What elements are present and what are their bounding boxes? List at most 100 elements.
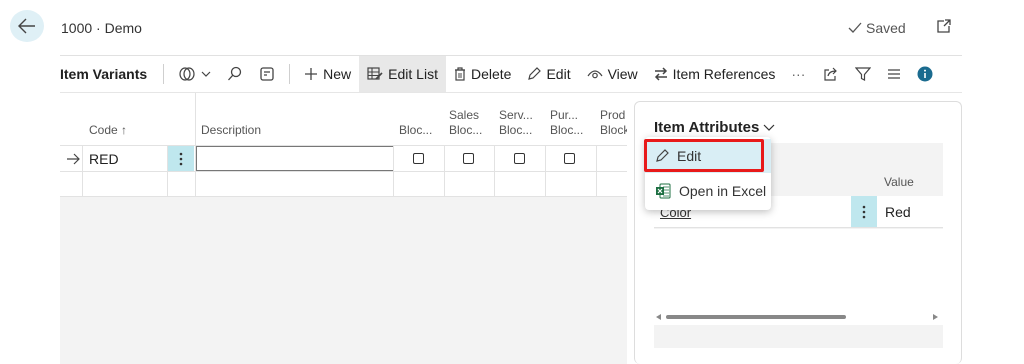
edit-list-icon (367, 67, 383, 80)
copilot-icon (179, 67, 195, 81)
new-button[interactable]: New (296, 56, 359, 92)
back-button[interactable] (10, 10, 44, 42)
delete-label: Delete (470, 66, 512, 82)
service-blocked-checkbox[interactable] (514, 153, 525, 164)
excel-icon (656, 183, 671, 199)
column-divider (195, 93, 196, 145)
cell-code[interactable]: RED (89, 151, 119, 167)
column-header-sales-blocked[interactable]: Sales Bloc... (449, 108, 483, 138)
blocked-checkbox[interactable] (413, 153, 424, 164)
column-header-purchase-blocked[interactable]: Pur... Bloc... (550, 108, 584, 138)
column-header-blocked[interactable]: Bloc... (399, 123, 432, 138)
column-header-production-blocked-line1: Prod (600, 108, 626, 122)
action-separator (163, 64, 165, 84)
info-icon (917, 66, 933, 82)
edit-label: Edit (546, 66, 571, 82)
cell-value[interactable]: Red (885, 204, 911, 220)
saved-label: Saved (866, 20, 906, 36)
edit-button[interactable]: Edit (519, 56, 578, 92)
arrow-left-icon (18, 18, 35, 34)
page-title: 1000 · Demo (61, 20, 142, 36)
highlight-box (644, 139, 764, 172)
item-references-label: Item References (672, 66, 776, 82)
search-icon (228, 66, 242, 81)
column-divider (596, 145, 597, 197)
chevron-down-icon (763, 124, 775, 131)
scrollbar-thumb[interactable] (666, 315, 846, 319)
sales-blocked-checkbox[interactable] (463, 153, 474, 164)
chevron-down-icon (201, 71, 211, 77)
column-header-code[interactable]: Code ↑ (89, 123, 127, 138)
search-button[interactable] (219, 56, 251, 92)
action-bar: Item Variants New Edit List Delete Edit (60, 56, 962, 92)
column-divider (494, 145, 495, 197)
purchase-blocked-checkbox[interactable] (564, 153, 575, 164)
action-separator (289, 64, 291, 84)
column-divider (167, 145, 168, 197)
column-header-service-blocked[interactable]: Serv... Bloc... (499, 108, 533, 138)
pencil-icon (528, 67, 542, 80)
more-vertical-icon (179, 152, 183, 165)
new-label: New (323, 66, 352, 82)
table-row[interactable]: RED (60, 145, 627, 171)
view-button[interactable]: View (579, 56, 646, 92)
item-variants-grid: Code ↑ Description Bloc... Sales Bloc...… (60, 93, 627, 364)
column-header-production-blocked-line2: Block (600, 123, 627, 137)
table-row[interactable] (60, 171, 627, 197)
column-header-description[interactable]: Description (201, 123, 261, 138)
row-actions-button[interactable] (851, 196, 877, 227)
description-input[interactable] (196, 146, 394, 171)
row-actions-button[interactable] (168, 146, 194, 171)
page-name-label: Item Variants (60, 66, 148, 82)
list-view-button[interactable] (879, 56, 909, 92)
column-divider (195, 145, 196, 197)
view-label: View (607, 66, 638, 82)
arrow-right-icon (67, 153, 80, 165)
menu-item-open-in-excel-label: Open in Excel (679, 183, 767, 199)
popout-button[interactable] (936, 18, 952, 39)
delete-button[interactable]: Delete (446, 56, 519, 92)
column-header-sales-blocked-line1: Sales (449, 108, 480, 122)
more-actions-button[interactable]: ··· (783, 56, 813, 92)
edit-list-button[interactable]: Edit List (359, 56, 446, 92)
column-divider (444, 145, 445, 197)
factbox-toggle-button[interactable] (909, 56, 941, 92)
list-icon (888, 69, 901, 79)
saved-status: Saved (848, 20, 906, 36)
factbox-title[interactable]: Item Attributes (654, 119, 775, 136)
scroll-right-icon[interactable] (933, 314, 938, 320)
scroll-left-icon[interactable] (656, 314, 661, 320)
plus-icon (305, 68, 318, 80)
layout-icon (260, 67, 274, 81)
filter-icon (855, 67, 872, 81)
column-header-production-blocked[interactable]: Prod Block (600, 108, 627, 138)
factbox-title-label: Item Attributes (654, 119, 760, 136)
column-header-purchase-blocked-line1: Pur... (550, 108, 579, 122)
column-header-purchase-blocked-line2: Bloc... (550, 123, 584, 137)
attributes-empty-area (654, 229, 943, 309)
copilot-menu-button[interactable] (170, 56, 219, 92)
popout-icon (937, 19, 951, 33)
horizontal-scrollbar[interactable] (654, 309, 943, 325)
edit-list-label: Edit List (388, 66, 438, 82)
item-references-button[interactable]: Item References (646, 56, 784, 92)
menu-item-open-in-excel[interactable]: Open in Excel (645, 174, 771, 208)
share-icon (824, 67, 838, 81)
eye-icon (587, 70, 603, 79)
layout-button[interactable] (251, 56, 283, 92)
filter-button[interactable] (847, 56, 879, 92)
grid-header: Code ↑ Description Bloc... Sales Bloc...… (60, 93, 627, 145)
column-header-service-blocked-line2: Bloc... (499, 123, 533, 137)
share-button[interactable] (815, 56, 847, 92)
page: 1000 · Demo Saved Item Variants New Edit… (0, 0, 1024, 364)
column-header-service-blocked-line1: Serv... (499, 108, 533, 122)
more-label: ··· (791, 66, 806, 82)
check-icon (848, 22, 862, 33)
column-header-sales-blocked-line2: Bloc... (449, 123, 483, 137)
column-divider (82, 145, 83, 197)
trash-icon (454, 67, 465, 81)
swap-arrows-icon (654, 67, 667, 81)
column-divider (393, 145, 394, 197)
column-header-value[interactable]: Value (884, 175, 914, 189)
column-divider (545, 145, 546, 197)
